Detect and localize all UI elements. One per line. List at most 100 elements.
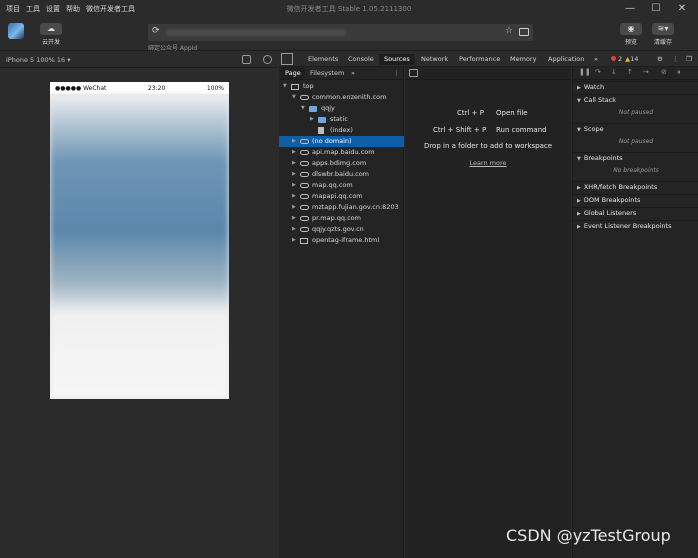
star-icon[interactable]: ☆ — [505, 26, 513, 36]
tree-item[interactable]: ▶ api.map.baidu.com — [279, 147, 404, 158]
tree-item-label: static — [330, 115, 348, 123]
tree-item-label: api.map.baidu.com — [312, 148, 375, 156]
tree-item[interactable]: ▶ static — [279, 114, 404, 125]
devtools-tabbar: Elements Console Sources Network Perform… — [279, 52, 698, 67]
chevron-right-icon[interactable]: ▶ — [292, 224, 296, 235]
phone-screen[interactable]: ●●●●● WeChat 23:20 100% — [50, 82, 229, 399]
tree-item[interactable]: ▼ common.enzenith.com — [279, 92, 404, 103]
toggle-navigator-icon[interactable] — [409, 69, 418, 77]
deactivate-breakpoints-icon[interactable]: ⊘ — [661, 68, 667, 76]
tree-item[interactable]: ▶ mztapp.fujian.gov.cn:8203 — [279, 202, 404, 213]
device-selector[interactable]: iPhone 5 100% 16 ▾ — [6, 56, 70, 64]
step-over-icon[interactable]: ↷ — [595, 68, 601, 76]
tab-network[interactable]: Network — [416, 54, 453, 65]
tree-item[interactable]: ▶ (no domain) — [279, 136, 404, 147]
tree-item[interactable]: ▶ opentag-iframe.html — [279, 235, 404, 246]
chevron-right-icon[interactable]: ▶ — [292, 202, 296, 213]
pause-icon[interactable]: ❚❚ — [579, 68, 591, 76]
dock-icon[interactable]: ❐ — [681, 54, 697, 65]
devtools-window: 项目 工具 设置 帮助 微信开发者工具 微信开发者工具 Stable 1.05.… — [0, 0, 698, 558]
frame-icon — [300, 238, 308, 244]
debugger-section-header[interactable]: ▶ Watch — [573, 81, 698, 92]
tab-console[interactable]: Console — [343, 54, 379, 65]
chevron-right-icon[interactable]: ▶ — [292, 147, 296, 158]
step-into-icon[interactable]: ↓ — [611, 68, 617, 76]
chevron-down-icon[interactable]: ▼ — [283, 81, 287, 92]
debugger-section-title: Call Stack — [583, 96, 617, 104]
more-tabs-icon[interactable]: » — [589, 54, 603, 65]
cloud-icon — [300, 216, 309, 221]
debugger-section-title: XHR/fetch Breakpoints — [583, 183, 658, 191]
close-icon[interactable]: ✕ — [676, 2, 688, 14]
tree-item[interactable]: ▶ apps.bdimg.com — [279, 158, 404, 169]
cloud-icon — [300, 183, 309, 188]
chevron-right-icon[interactable]: ▶ — [292, 235, 296, 246]
debugger-sidebar: ❚❚ ↷ ↓ ↑ → ⊘ ⏸ ▶ Watch ▼ Call Stack Not paus… — [572, 67, 698, 558]
debugger-section-header[interactable]: ▶ Global Listeners — [573, 207, 698, 218]
tab-filesystem[interactable]: Filesystem — [306, 68, 348, 79]
tab-sources[interactable]: Sources — [379, 54, 415, 65]
chevron-right-icon[interactable]: ▶ — [292, 191, 296, 202]
pause-on-exceptions-icon[interactable]: ⏸ — [677, 68, 681, 77]
chevron-down-icon[interactable]: ▼ — [292, 92, 296, 103]
chevron-right-icon[interactable]: ▶ — [292, 136, 296, 147]
appid-label: 绑定公众号 AppId — [148, 45, 198, 52]
debugger-section-title: Global Listeners — [583, 209, 637, 217]
title-bar: 项目 工具 设置 帮助 微信开发者工具 微信开发者工具 Stable 1.05.… — [0, 0, 698, 17]
settings-icon[interactable]: ⚙ — [652, 54, 668, 65]
debugger-section-header[interactable]: ▶ XHR/fetch Breakpoints — [573, 181, 698, 192]
chevron-right-icon[interactable]: ▶ — [292, 158, 296, 169]
debugger-section-title: Watch — [583, 83, 605, 91]
cloud-dev-button[interactable]: ☁ 云开发 — [38, 23, 64, 47]
more-navigator-icon[interactable]: » — [347, 68, 359, 79]
maximize-icon[interactable]: ☐ — [650, 2, 662, 14]
chevron-right-icon[interactable]: ▶ — [292, 213, 296, 224]
learn-more-link[interactable]: Learn more — [405, 159, 571, 167]
debugger-section-header[interactable]: ▶ Event Listener Breakpoints — [573, 220, 698, 231]
tree-item[interactable]: ▼ qqjy — [279, 103, 404, 114]
tree-item-label: map.qq.com — [312, 181, 353, 189]
chevron-right-icon[interactable]: ▶ — [292, 169, 296, 180]
tree-item[interactable]: (index) — [279, 125, 404, 136]
preview-button[interactable]: ◉ 预览 — [618, 23, 644, 46]
tab-application[interactable]: Application — [543, 54, 589, 65]
debugger-section-header[interactable]: ▶ DOM Breakpoints — [573, 194, 698, 205]
tree-item[interactable]: ▶ qqjy.qzts.gov.cn — [279, 224, 404, 235]
issues-badge[interactable]: 2 ▲14 — [611, 55, 638, 63]
carrier: ●●●●● WeChat — [55, 84, 107, 92]
tree-item[interactable]: ▶ pr.map.qq.com — [279, 213, 404, 224]
cloud-icon — [300, 205, 309, 210]
chevron-down-icon[interactable]: ▼ — [301, 103, 305, 114]
chevron-right-icon[interactable]: ▶ — [292, 180, 296, 191]
chevron-right-icon[interactable]: ▶ — [310, 114, 314, 125]
step-out-icon[interactable]: ↑ — [627, 68, 633, 76]
warning-count: 14 — [630, 55, 639, 63]
page-path-bar[interactable]: ⟳ ☆ — [148, 24, 533, 41]
debugger-section-title: Event Listener Breakpoints — [583, 222, 672, 230]
debugger-section-header[interactable]: ▼ Breakpoints — [573, 152, 698, 163]
clear-cache-button[interactable]: ≋▾ 清缓存 — [650, 23, 676, 46]
tree-item[interactable]: ▼ top — [279, 81, 404, 92]
window-icon[interactable] — [519, 28, 529, 36]
debugger-section-header[interactable]: ▼ Scope — [573, 123, 698, 134]
tab-elements[interactable]: Elements — [303, 54, 343, 65]
navigator-menu-icon[interactable]: ⋮ — [389, 68, 404, 79]
tab-page[interactable]: Page — [281, 68, 305, 79]
step-icon[interactable]: → — [643, 68, 649, 76]
tree-item[interactable]: ▶ dlswbr.baidu.com — [279, 169, 404, 180]
debugger-section-header[interactable]: ▼ Call Stack — [573, 94, 698, 105]
frame-icon — [291, 84, 299, 90]
avatar[interactable] — [8, 23, 24, 39]
tab-memory[interactable]: Memory — [505, 54, 541, 65]
tab-performance[interactable]: Performance — [454, 54, 505, 65]
tree-item[interactable]: ▶ mapapi.qq.com — [279, 191, 404, 202]
minimize-icon[interactable]: — — [624, 2, 636, 14]
cloud-icon — [300, 194, 309, 199]
tree-item[interactable]: ▶ map.qq.com — [279, 180, 404, 191]
tree-item-label: apps.bdimg.com — [312, 159, 367, 167]
refresh-icon[interactable]: ⟳ — [152, 26, 160, 36]
popout-icon[interactable] — [242, 55, 251, 64]
rotate-icon[interactable] — [263, 55, 272, 64]
chevron-right-icon: ▶ — [577, 211, 581, 217]
inspect-icon[interactable] — [281, 53, 293, 65]
